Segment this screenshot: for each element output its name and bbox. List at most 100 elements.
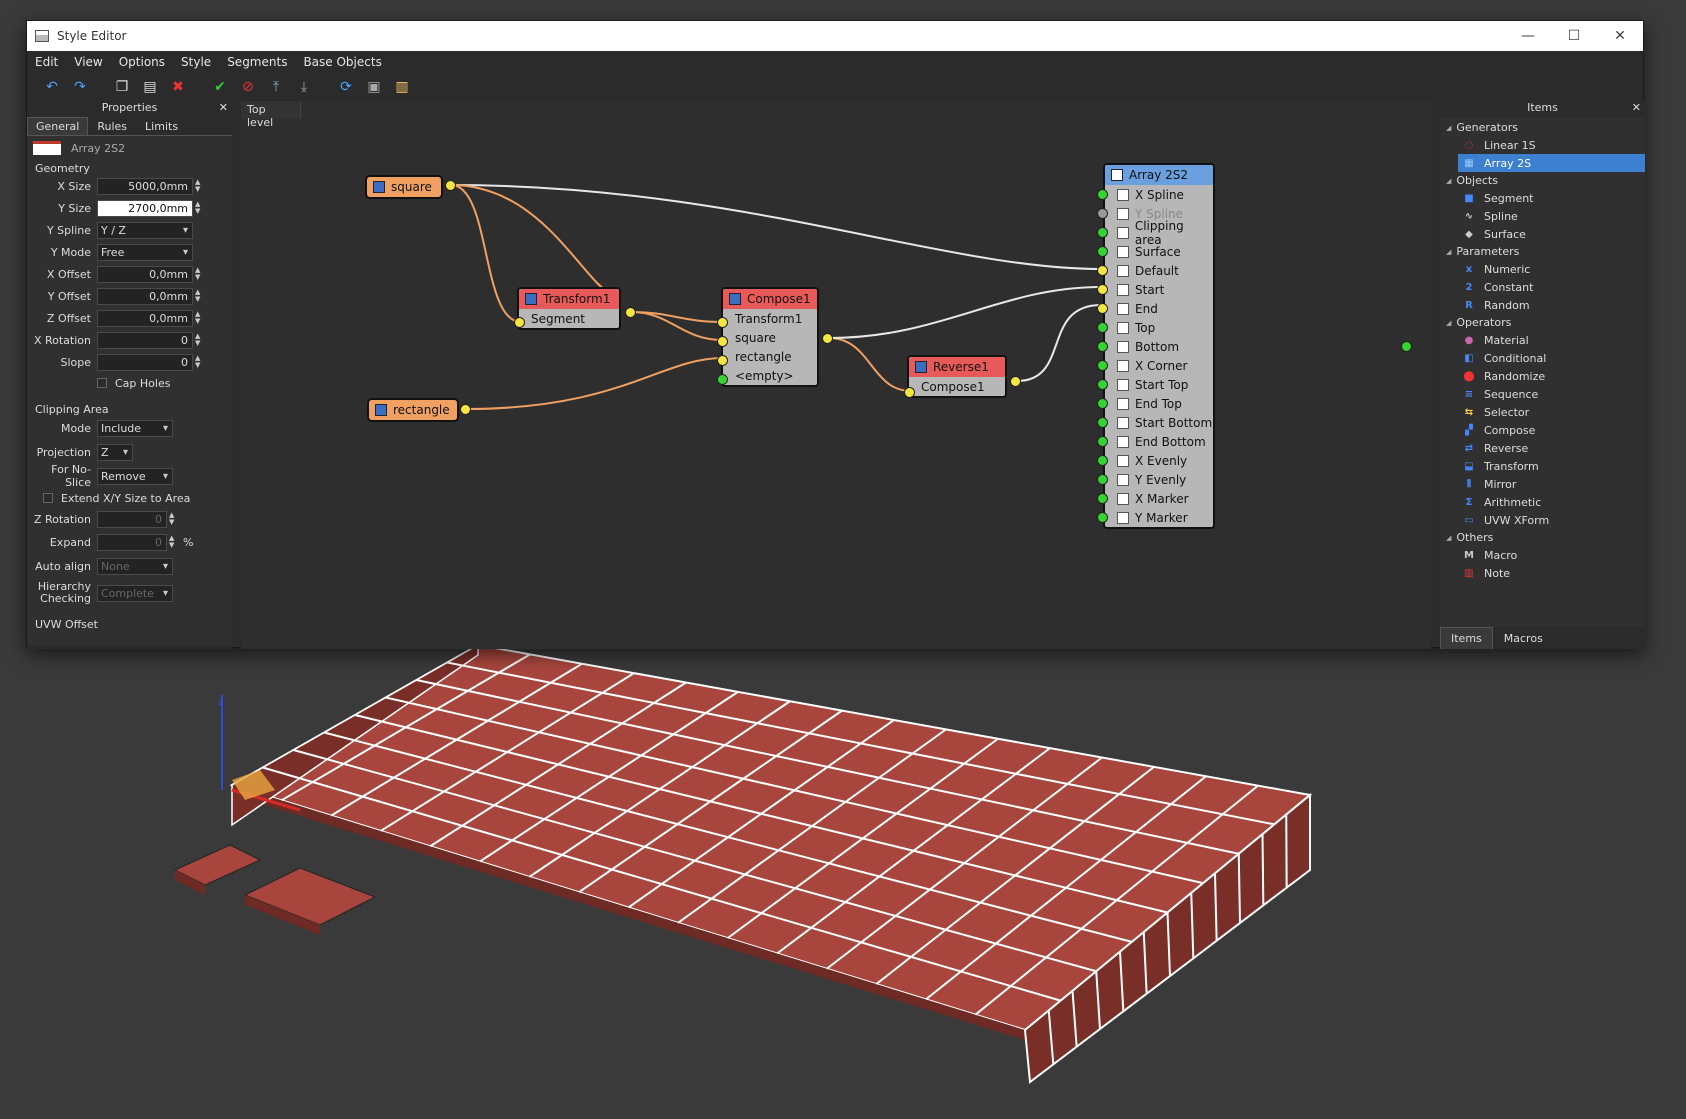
- compose-in-4-pin[interactable]: [717, 374, 728, 385]
- category-operators[interactable]: Operators: [1440, 314, 1645, 331]
- node-square[interactable]: square: [365, 175, 443, 199]
- x-offset-field[interactable]: 0,0mm: [97, 265, 193, 283]
- rectangle-output-pin[interactable]: [460, 404, 471, 415]
- array-input-pin[interactable]: [1097, 227, 1108, 238]
- array-input-pin[interactable]: [1097, 284, 1108, 295]
- item-mirror[interactable]: ⫴ Mirror: [1440, 475, 1645, 493]
- array-input-pin[interactable]: [1097, 189, 1108, 200]
- array-input-pin[interactable]: [1097, 398, 1108, 409]
- validate-icon[interactable]: ✔: [209, 76, 231, 98]
- compose-in-2-pin[interactable]: [717, 336, 728, 347]
- item-segment[interactable]: ■ Segment: [1440, 189, 1645, 207]
- slope-field[interactable]: 0: [97, 353, 193, 371]
- item-transform[interactable]: ⬓ Transform: [1440, 457, 1645, 475]
- y-offset-spinner[interactable]: ▲ ▼: [195, 289, 203, 303]
- no-slice-select[interactable]: Remove: [97, 467, 173, 485]
- y-offset-field[interactable]: 0,0mm: [97, 287, 193, 305]
- auto-align-select[interactable]: None: [97, 557, 173, 575]
- item-random[interactable]: R Random: [1440, 296, 1645, 314]
- array-input-pin[interactable]: [1097, 379, 1108, 390]
- array-input-pin[interactable]: [1097, 303, 1108, 314]
- array-input-pin[interactable]: [1097, 360, 1108, 371]
- move-top-icon[interactable]: ⤒: [265, 76, 287, 98]
- category-others[interactable]: Others: [1440, 529, 1645, 546]
- x-size-field[interactable]: 5000,0mm: [97, 177, 193, 195]
- x-rotation-field[interactable]: 0: [97, 331, 193, 349]
- transform-input-pin[interactable]: [514, 317, 525, 328]
- items-close-icon[interactable]: ✕: [1632, 101, 1641, 114]
- item-note[interactable]: ▥ Note: [1440, 564, 1645, 582]
- x-size-spinner[interactable]: ▲ ▼: [195, 179, 203, 193]
- item-constant[interactable]: 2 Constant: [1440, 278, 1645, 296]
- category-generators[interactable]: Generators: [1440, 119, 1645, 136]
- menu-view[interactable]: View: [74, 55, 102, 69]
- item-randomize[interactable]: ⬤ Randomize: [1440, 367, 1645, 385]
- array-input-pin[interactable]: [1097, 455, 1108, 466]
- node-reverse[interactable]: Reverse1 Compose1: [907, 355, 1007, 398]
- tab-limits[interactable]: Limits: [136, 117, 187, 135]
- expand-field[interactable]: 0: [97, 533, 167, 551]
- redo-icon[interactable]: ↷: [69, 76, 91, 98]
- export-icon[interactable]: ▣: [363, 76, 385, 98]
- cap-holes-checkbox[interactable]: [97, 378, 107, 388]
- array-input-pin[interactable]: [1097, 341, 1108, 352]
- array-input-pin[interactable]: [1097, 246, 1108, 257]
- item-spline[interactable]: ∿ Spline: [1440, 207, 1645, 225]
- maximize-button[interactable]: ☐: [1551, 28, 1597, 44]
- menu-edit[interactable]: Edit: [35, 55, 58, 69]
- item-compose[interactable]: ▞ Compose: [1440, 421, 1645, 439]
- node-array[interactable]: Array 2S2 X Spline Y Spline Clipping area S…: [1103, 163, 1215, 529]
- menu-segments[interactable]: Segments: [227, 55, 287, 69]
- node-transform[interactable]: Transform1 Segment: [517, 287, 621, 330]
- y-mode-select[interactable]: Free: [97, 243, 193, 261]
- expand-spinner[interactable]: ▲ ▼: [169, 535, 177, 549]
- node-compose[interactable]: Compose1 Transform1 square rectangle <em…: [721, 287, 819, 387]
- move-bottom-icon[interactable]: ⤓: [293, 76, 315, 98]
- z-offset-spinner[interactable]: ▲ ▼: [195, 311, 203, 325]
- x-rotation-spinner[interactable]: ▲ ▼: [195, 333, 203, 347]
- transform-output-pin[interactable]: [625, 307, 636, 318]
- z-offset-field[interactable]: 0,0mm: [97, 309, 193, 327]
- array-input-pin[interactable]: [1097, 474, 1108, 485]
- tab-general[interactable]: General: [27, 117, 89, 135]
- refresh-icon[interactable]: ⟳: [335, 76, 357, 98]
- paste-icon[interactable]: ▤: [139, 76, 161, 98]
- array-input-pin[interactable]: [1097, 265, 1108, 276]
- z-rotation-field[interactable]: 0: [97, 510, 167, 528]
- menu-base-objects[interactable]: Base Objects: [303, 55, 381, 69]
- node-canvas[interactable]: Top level square rectangle Transform1 Se…: [241, 101, 1431, 649]
- category-parameters[interactable]: Parameters: [1440, 243, 1645, 260]
- node-rectangle[interactable]: rectangle: [367, 398, 459, 422]
- minimize-button[interactable]: —: [1505, 28, 1551, 44]
- compose-in-1-pin[interactable]: [717, 317, 728, 328]
- item-macro[interactable]: M Macro: [1440, 546, 1645, 564]
- compose-output-pin[interactable]: [822, 333, 833, 344]
- item-numeric[interactable]: x Numeric: [1440, 260, 1645, 278]
- item-selector[interactable]: ⇆ Selector: [1440, 403, 1645, 421]
- compose-in-3-pin[interactable]: [717, 355, 728, 366]
- item-material[interactable]: ● Material: [1440, 331, 1645, 349]
- item-sequence[interactable]: ≡ Sequence: [1440, 385, 1645, 403]
- reverse-output-pin[interactable]: [1010, 376, 1021, 387]
- array-input-pin[interactable]: [1097, 493, 1108, 504]
- hierarchy-select[interactable]: Complete: [97, 584, 173, 602]
- item-linear-1s[interactable]: ◌ Linear 1S: [1440, 136, 1645, 154]
- y-spline-select[interactable]: Y / Z: [97, 221, 193, 239]
- square-output-pin[interactable]: [445, 180, 456, 191]
- tab-macros[interactable]: Macros: [1493, 627, 1554, 649]
- array-input-pin[interactable]: [1097, 322, 1108, 333]
- delete-icon[interactable]: ✖: [167, 76, 189, 98]
- item-surface[interactable]: ◆ Surface: [1440, 225, 1645, 243]
- properties-close-icon[interactable]: ✕: [219, 101, 228, 114]
- close-button[interactable]: ✕: [1597, 28, 1643, 44]
- array-input-pin[interactable]: [1097, 436, 1108, 447]
- reverse-input-pin[interactable]: [904, 387, 915, 398]
- slope-spinner[interactable]: ▲ ▼: [195, 355, 203, 369]
- mode-select[interactable]: Include: [97, 419, 173, 437]
- item-uvw-xform[interactable]: ▭ UVW XForm: [1440, 511, 1645, 529]
- projection-select[interactable]: Z: [97, 443, 133, 461]
- z-rotation-spinner[interactable]: ▲ ▼: [169, 512, 177, 526]
- y-size-field[interactable]: 2700,0mm: [97, 199, 193, 217]
- tab-top-level[interactable]: Top level: [241, 101, 301, 129]
- tab-items[interactable]: Items: [1440, 627, 1493, 649]
